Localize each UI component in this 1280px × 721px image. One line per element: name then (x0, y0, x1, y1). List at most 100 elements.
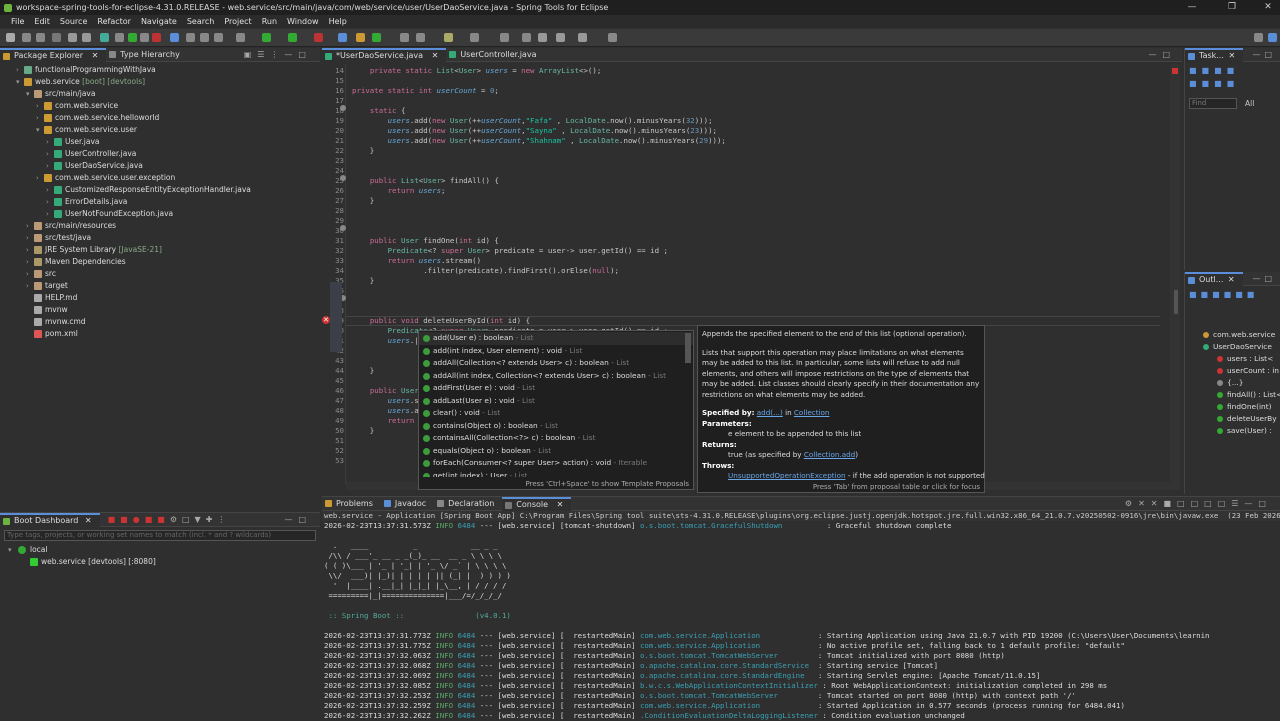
back-icon[interactable] (538, 33, 547, 42)
package-tree-row[interactable]: ▾ web.service [boot] [devtools] (0, 76, 320, 88)
package-tree-row[interactable]: › JRE System Library [JavaSE-21] (0, 244, 320, 256)
expand-arrow-icon[interactable]: › (46, 196, 49, 208)
tab-console[interactable]: Console ✕ (502, 496, 572, 511)
package-tree-row[interactable]: › ErrorDetails.java (0, 196, 320, 208)
boot-tools-icons[interactable]: ⚙□▼✚⋮ (170, 515, 231, 524)
console-toolbar-icons[interactable]: ⚙✕✕■□□□□☰—□ (1125, 499, 1272, 508)
expand-arrow-icon[interactable]: › (46, 160, 49, 172)
view-menu-icons[interactable]: —□ (284, 515, 312, 524)
javadoc-specified-link[interactable]: add(...) (757, 408, 783, 417)
completion-item[interactable]: addAll(Collection<? extends User> c) : b… (419, 357, 693, 370)
tab-type-hierarchy[interactable]: Type Hierarchy (106, 48, 188, 62)
collapse-arrow-icon[interactable]: ▾ (8, 544, 12, 556)
menu-search[interactable]: Search (182, 15, 219, 28)
completion-scrollbar[interactable] (685, 333, 691, 363)
tab-package-explorer[interactable]: Package Explorer ✕ (0, 47, 107, 62)
outline-item[interactable]: save(User) : (1185, 425, 1280, 437)
package-tree-row[interactable]: › com.web.service.helloworld (0, 112, 320, 124)
minimize-icon[interactable]: — (1182, 0, 1202, 15)
expand-arrow-icon[interactable]: › (26, 232, 29, 244)
boot-local-row[interactable]: ▾ local (0, 544, 320, 556)
forward-icon[interactable] (556, 33, 565, 42)
package-tree-row[interactable]: › UserNotFoundException.java (0, 208, 320, 220)
package-tree-row[interactable]: › functionalProgrammingWithJava (0, 64, 320, 76)
completion-item[interactable]: add(int index, User element) : void - Li… (419, 345, 693, 358)
completion-item[interactable]: addFirst(User e) : void - List (419, 382, 693, 395)
menu-project[interactable]: Project (219, 15, 256, 28)
expand-arrow-icon[interactable]: › (26, 220, 29, 232)
resume-icon[interactable] (128, 33, 137, 42)
step-into-icon[interactable] (186, 33, 195, 42)
package-tree-row[interactable]: › CustomizedResponseEntityExceptionHandle… (0, 184, 320, 196)
view-menu-icons[interactable]: —□ (1252, 50, 1276, 59)
error-marker-icon[interactable]: ✕ (322, 316, 330, 324)
expand-arrow-icon[interactable]: › (26, 244, 29, 256)
forward-history-icon[interactable] (578, 33, 587, 42)
expand-arrow-icon[interactable]: › (46, 184, 49, 196)
terminal-icon[interactable] (236, 33, 245, 42)
pin-icon[interactable] (608, 33, 617, 42)
close-tab-icon[interactable]: ✕ (432, 51, 439, 60)
save-all-icon[interactable] (36, 33, 45, 42)
expand-arrow-icon[interactable]: › (26, 256, 29, 268)
expand-arrow-icon[interactable]: › (36, 100, 39, 112)
package-tree-row[interactable]: › com.web.service (0, 100, 320, 112)
run-icon[interactable] (262, 33, 271, 42)
fold-icon[interactable] (340, 225, 346, 231)
task-toolbar-icons-2[interactable]: ■■■■ (1185, 79, 1280, 88)
package-tree-row[interactable]: mvnw.cmd (0, 316, 320, 328)
javadoc-exception-link[interactable]: UnsupportedOperationException (728, 471, 846, 480)
expand-arrow-icon[interactable]: › (46, 208, 49, 220)
skip-icon[interactable] (115, 33, 124, 42)
close-icon[interactable]: ✕ (1258, 0, 1278, 15)
spring-icon[interactable] (100, 33, 109, 42)
outline-item[interactable]: UserDaoService (1185, 341, 1280, 353)
tab-task-list[interactable]: Task... ✕ (1185, 47, 1244, 62)
package-tree-row[interactable]: › com.web.service.user.exception (0, 172, 320, 184)
task-all-link[interactable]: All (1245, 99, 1254, 108)
view-menu-icons[interactable]: —□ (1252, 274, 1276, 283)
completion-item[interactable]: addAll(int index, Collection<? extends U… (419, 370, 693, 383)
stop-icon[interactable] (152, 33, 161, 42)
completion-item[interactable]: equals(Object o) : boolean - List (419, 445, 693, 458)
package-tree-row[interactable]: › src/main/resources (0, 220, 320, 232)
outline-item[interactable]: findAll() : List< (1185, 389, 1280, 401)
error-overview-marker[interactable] (1172, 68, 1178, 74)
open-type-icon[interactable] (400, 33, 409, 42)
menu-source[interactable]: Source (55, 15, 92, 28)
new-icon[interactable] (6, 33, 15, 42)
close-tab-icon[interactable]: ✕ (92, 51, 99, 60)
completion-item[interactable]: clear() : void - List (419, 407, 693, 420)
package-tree-row[interactable]: ▾ src/main/java (0, 88, 320, 100)
tab-declaration[interactable]: Declaration (434, 497, 502, 511)
tab-boot-dashboard[interactable]: Boot Dashboard ✕ (0, 512, 100, 527)
outline-item[interactable]: users : List< (1185, 353, 1280, 365)
expand-arrow-icon[interactable]: › (16, 64, 19, 76)
prev-annotation-icon[interactable] (500, 33, 509, 42)
expand-arrow-icon[interactable]: › (46, 148, 49, 160)
expand-arrow-icon[interactable]: ▾ (36, 124, 40, 136)
tab-userdaoservice[interactable]: *UserDaoService.java ✕ (322, 47, 447, 62)
tab-javadoc[interactable]: Javadoc (381, 497, 434, 511)
task-toolbar-icons[interactable]: ■■■■ (1185, 62, 1280, 79)
print-icon[interactable] (52, 33, 61, 42)
completion-item[interactable]: contains(Object o) : boolean - List (419, 420, 693, 433)
maximize-icon[interactable]: ❐ (1222, 0, 1242, 15)
next-annotation-icon[interactable] (470, 33, 479, 42)
outline-item[interactable]: findOne(int) (1185, 401, 1280, 413)
suspend-icon[interactable] (140, 33, 149, 42)
close-tab-icon[interactable]: ✕ (557, 500, 564, 509)
package-tree-row[interactable]: pom.xml (0, 328, 320, 340)
package-tree-row[interactable]: › src/test/java (0, 232, 320, 244)
step-over-icon[interactable] (200, 33, 209, 42)
highlight-icon[interactable] (170, 33, 179, 42)
edit-icon[interactable] (444, 33, 453, 42)
last-edit-icon[interactable] (522, 33, 531, 42)
package-tree-row[interactable]: › User.java (0, 136, 320, 148)
debug-icon[interactable] (288, 33, 297, 42)
fold-icon[interactable] (340, 175, 346, 181)
package-tree-row[interactable]: HELP.md (0, 292, 320, 304)
completion-item[interactable]: get(int index) : User - List (419, 470, 693, 477)
menu-help[interactable]: Help (324, 15, 352, 28)
expand-arrow-icon[interactable]: › (46, 136, 49, 148)
